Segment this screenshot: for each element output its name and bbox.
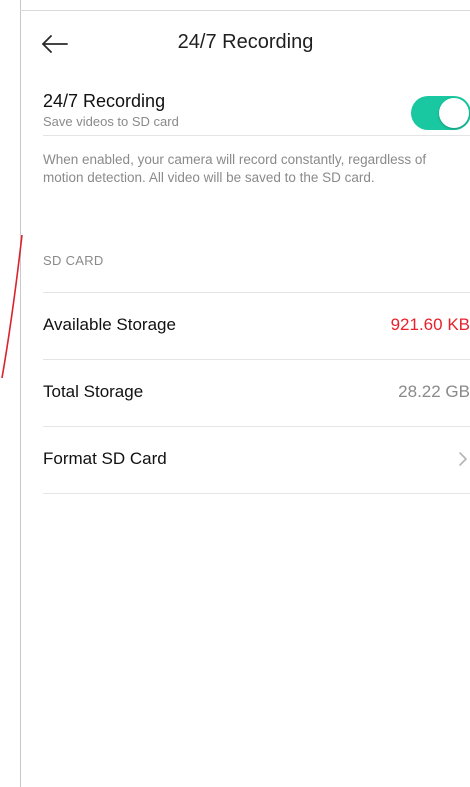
divider — [43, 493, 470, 494]
total-storage-label: Total Storage — [43, 382, 144, 401]
settings-content: 24/7 Recording 24/7 Recording Save video… — [21, 11, 470, 787]
available-storage-row: Available Storage 921.60 KB — [21, 293, 470, 359]
total-storage-value: 28.22 GB — [398, 382, 470, 401]
recording-toggle-row: 24/7 Recording Save videos to SD card — [21, 77, 470, 135]
toggle-knob — [439, 98, 469, 128]
chevron-right-icon — [459, 452, 467, 466]
screen: 24/7 Recording 24/7 Recording Save video… — [0, 0, 470, 787]
recording-toggle-switch[interactable] — [411, 96, 470, 130]
recording-toggle-title: 24/7 Recording — [43, 91, 166, 111]
available-storage-label: Available Storage — [43, 315, 176, 334]
recording-toggle-subtitle: Save videos to SD card — [43, 114, 179, 129]
sd-card-section-header: SD CARD — [43, 253, 104, 268]
format-sd-card-row[interactable]: Format SD Card — [21, 427, 470, 493]
available-storage-value: 921.60 KB — [390, 315, 470, 334]
navigation-header: 24/7 Recording — [21, 11, 470, 77]
recording-description: When enabled, your camera will record co… — [43, 152, 427, 185]
format-sd-card-label: Format SD Card — [43, 449, 167, 468]
page-title: 24/7 Recording — [177, 31, 314, 53]
total-storage-row: Total Storage 28.22 GB — [21, 360, 470, 426]
